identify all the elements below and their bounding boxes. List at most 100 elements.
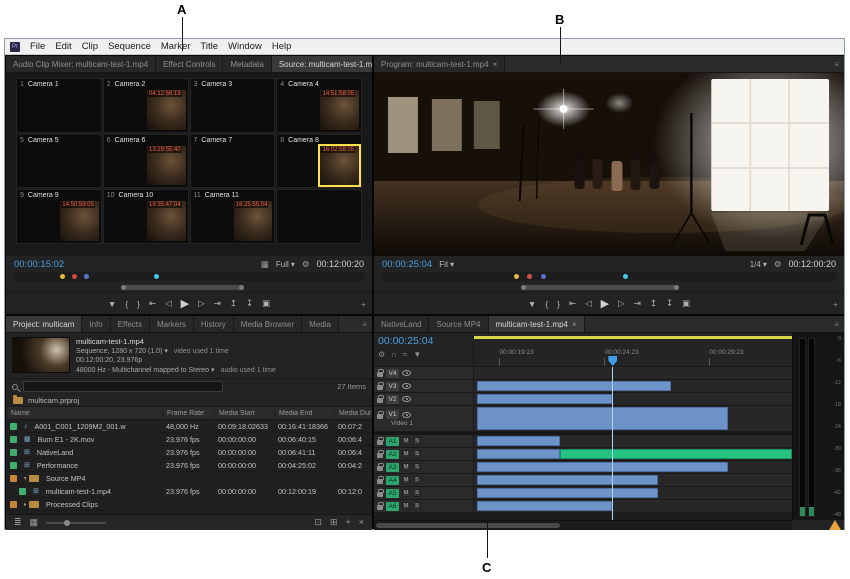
camera-cell-2[interactable]: 2Camera 204:12:56:19 — [103, 78, 189, 133]
settings-gear-icon[interactable]: ⚙ — [774, 259, 782, 270]
mute-button[interactable]: M — [402, 476, 410, 484]
solo-button[interactable]: S — [413, 450, 421, 458]
tab-effects[interactable]: Effects — [111, 316, 150, 332]
mark-out-button[interactable]: } — [557, 299, 560, 309]
track-badge[interactable]: V4 — [386, 369, 399, 378]
lift-button[interactable]: ↥ — [230, 298, 237, 309]
table-row-processed-clips[interactable]: ▸Processed Clips — [6, 498, 372, 511]
tab-source-mp4[interactable]: Source MP4 — [429, 316, 488, 332]
linked-selection-icon[interactable]: ≈ — [403, 350, 407, 359]
chevron-down-icon[interactable]: ▾ — [164, 348, 168, 355]
track-badge[interactable]: A2 — [386, 450, 399, 459]
disclosure-closed-icon[interactable]: ▸ — [20, 501, 26, 508]
track-badge[interactable]: V3 — [386, 382, 399, 391]
solo-button[interactable]: S — [413, 502, 421, 510]
track-badge[interactable]: V1 — [386, 410, 399, 419]
track-lane[interactable] — [474, 380, 792, 392]
clip[interactable] — [477, 407, 728, 430]
preview-thumbnail[interactable] — [12, 337, 70, 373]
marker-dot[interactable] — [514, 274, 519, 279]
new-item-icon[interactable]: + — [345, 517, 350, 528]
icon-view-icon[interactable]: ▦ — [30, 517, 39, 528]
clip[interactable] — [477, 381, 671, 391]
table-row-performance[interactable]: ⊞Performance23.976 fps00:00:00:0000:04:2… — [6, 459, 372, 472]
tab-audio-clip-mixer-multicam-test-1-mp4[interactable]: Audio Clip Mixer: multicam-test-1.mp4 — [6, 56, 156, 72]
extract-button[interactable]: ↧ — [666, 298, 673, 309]
step-forward-button[interactable]: ▷ — [618, 298, 625, 309]
menu-sequence[interactable]: Sequence — [103, 41, 156, 52]
camera-cell-11[interactable]: 11Camera 1116:25:55:04 — [190, 189, 276, 244]
track-badge[interactable]: A6 — [386, 502, 399, 511]
table-row-a001-c001-1209m2-001-w[interactable]: ♪A001_C001_1209M2_001.w48,000 Hz00:09:18… — [6, 420, 372, 433]
tab-history[interactable]: History — [194, 316, 234, 332]
toggle-track-output-icon[interactable] — [402, 396, 411, 402]
tab-source-multicam-test-1-mp4[interactable]: Source: multicam-test-1.mp4× — [272, 56, 372, 72]
chevron-down-icon[interactable]: ▾ — [211, 367, 215, 374]
export-frame-button[interactable]: ▣ — [682, 298, 690, 309]
mute-button[interactable]: M — [402, 502, 410, 510]
thumbnail-zoom-slider[interactable] — [46, 522, 106, 524]
timeline-settings-icon[interactable]: ⚙ — [378, 350, 385, 359]
mark-out-button[interactable]: } — [137, 299, 140, 309]
track-badge[interactable]: A3 — [386, 463, 399, 472]
solo-button[interactable]: S — [413, 476, 421, 484]
table-row-multicam-test-1-mp4[interactable]: ⊞multicam-test-1.mp423.976 fps00:00:00:0… — [6, 485, 372, 498]
mark-in-button[interactable]: { — [545, 299, 548, 309]
add-marker-button[interactable]: ▼ — [108, 299, 116, 309]
track-lane[interactable] — [474, 406, 792, 431]
tab-media[interactable]: Media — [302, 316, 339, 332]
search-input[interactable] — [23, 381, 223, 392]
close-icon[interactable]: × — [572, 320, 577, 329]
tab-markers[interactable]: Markers — [150, 316, 194, 332]
track-badge[interactable]: V2 — [386, 395, 399, 404]
track-lane[interactable] — [474, 487, 792, 499]
mute-button[interactable]: M — [402, 463, 410, 471]
column-media-dur[interactable]: Media Dur — [334, 410, 372, 417]
disclosure-open-icon[interactable]: ▾ — [20, 475, 26, 482]
source-zoom-select[interactable]: Full▾ — [276, 260, 295, 269]
clip[interactable] — [477, 462, 728, 472]
list-view-icon[interactable]: ≣ — [14, 517, 22, 528]
menu-file[interactable]: File — [25, 41, 50, 52]
menu-marker[interactable]: Marker — [156, 41, 196, 52]
button-editor-button[interactable]: + — [833, 299, 838, 309]
mark-in-button[interactable]: { — [125, 299, 128, 309]
panel-menu-icon[interactable]: ≡ — [829, 56, 844, 72]
tab-effect-controls[interactable]: Effect Controls — [156, 56, 223, 72]
clip[interactable] — [477, 449, 560, 459]
program-zoom-scrollbar[interactable] — [382, 283, 836, 292]
marker-dot[interactable] — [72, 274, 77, 279]
camera-cell-7[interactable]: 7Camera 7 — [190, 134, 276, 189]
track-lane[interactable] — [474, 435, 792, 447]
camera-cell-6[interactable]: 6Camera 613:29:55:40 — [103, 134, 189, 189]
timeline-current-timecode[interactable]: 00:00:25:04 — [378, 335, 469, 347]
menu-help[interactable]: Help — [267, 41, 297, 52]
go-to-in-button[interactable]: ⇤ — [149, 298, 156, 309]
playhead-caret[interactable] — [608, 356, 617, 366]
extract-button[interactable]: ↧ — [246, 298, 253, 309]
snap-icon[interactable]: ∩ — [391, 350, 397, 359]
column-media-end[interactable]: Media End — [274, 410, 334, 417]
source-mini-timeline[interactable] — [14, 272, 364, 281]
track-lane[interactable] — [474, 393, 792, 405]
column-media-start[interactable]: Media Start — [214, 410, 274, 417]
lift-button[interactable]: ↥ — [650, 298, 657, 309]
menu-window[interactable]: Window — [223, 41, 267, 52]
track-lane[interactable] — [474, 448, 792, 460]
step-back-button[interactable]: ◁ — [585, 298, 592, 309]
settings-gear-icon[interactable]: ⚙ — [302, 259, 310, 270]
camera-cell-9[interactable]: 9Camera 914:50:59:05 — [16, 189, 102, 244]
playhead-line[interactable] — [612, 367, 613, 520]
mute-button[interactable]: M — [402, 489, 410, 497]
label-chip[interactable] — [10, 449, 17, 456]
label-chip[interactable] — [10, 501, 17, 508]
program-current-timecode[interactable]: 00:00:25:04 — [382, 259, 432, 270]
camera-cell-5[interactable]: 5Camera 5 — [16, 134, 102, 189]
marker-dot[interactable] — [541, 274, 546, 279]
label-chip[interactable] — [10, 462, 17, 469]
add-marker-button[interactable]: ▼ — [528, 299, 536, 309]
go-to-out-button[interactable]: ⇥ — [214, 298, 221, 309]
close-icon[interactable]: × — [493, 60, 498, 69]
camera-cell-1[interactable]: 1Camera 1 — [16, 78, 102, 133]
table-row-burn-e1-2k-mov[interactable]: ▦Burn E1 - 2K.mov23.976 fps00:00:00:0000… — [6, 433, 372, 446]
